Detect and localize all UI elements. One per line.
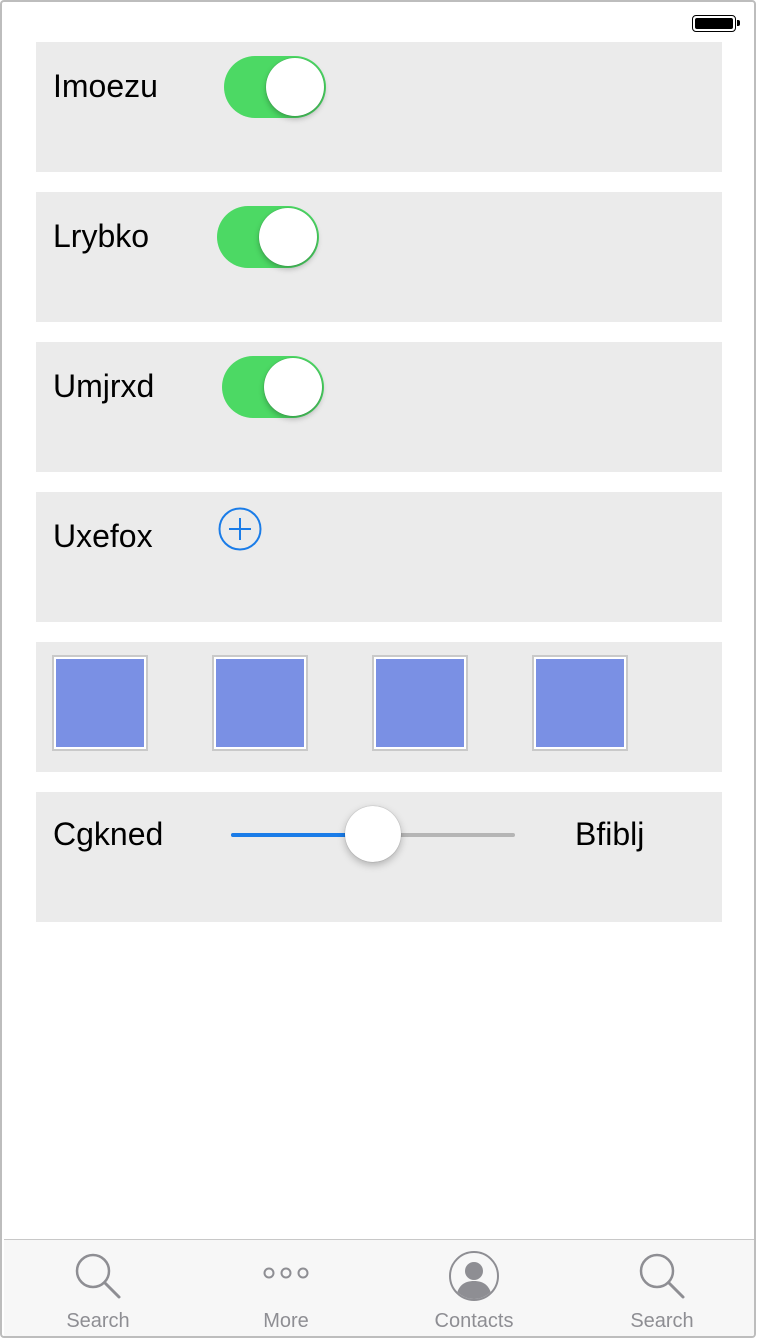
settings-row-toggle-2: Lrybko (36, 192, 722, 322)
tab-contacts[interactable]: Contacts (380, 1240, 568, 1336)
search-icon (72, 1250, 124, 1307)
settings-row-toggle-3: Umjrxd (36, 342, 722, 472)
tab-label: More (263, 1310, 309, 1332)
settings-row-toggle-1: Imoezu (36, 42, 722, 172)
row-label: Imoezu (53, 68, 158, 104)
more-dots-icon (260, 1265, 312, 1286)
tab-bar: Search More Contacts Search (4, 1239, 754, 1336)
tab-label: Search (66, 1310, 130, 1332)
tab-label: Contacts (434, 1310, 514, 1332)
color-tile[interactable] (212, 655, 308, 751)
toggle-switch-1[interactable] (224, 56, 326, 118)
color-tile[interactable] (52, 655, 148, 751)
slider-row: Cgkned Bfiblj (36, 792, 722, 922)
battery-icon (692, 15, 740, 32)
tab-more[interactable]: More (192, 1240, 380, 1336)
tab-label: Search (630, 1310, 694, 1332)
color-tile[interactable] (372, 655, 468, 751)
toggle-switch-2[interactable] (217, 206, 319, 268)
slider-thumb[interactable] (345, 806, 401, 862)
row-label: Uxefox (53, 518, 153, 554)
row-label: Lrybko (53, 218, 150, 254)
tile-row (36, 642, 722, 772)
plus-circle-icon[interactable] (218, 507, 262, 551)
switch-knob (264, 358, 322, 416)
contact-avatar-icon (448, 1250, 500, 1307)
app-screen: Imoezu Lrybko Umjrxd Uxefox Cgkned Bfibl… (0, 0, 756, 1338)
search-icon (636, 1250, 688, 1307)
tab-search-1[interactable]: Search (4, 1240, 192, 1336)
slider-min-label: Cgkned (53, 816, 164, 852)
switch-knob (259, 208, 317, 266)
color-tile[interactable] (532, 655, 628, 751)
tab-search-2[interactable]: Search (568, 1240, 754, 1336)
slider-max-label: Bfiblj (575, 816, 645, 852)
row-label: Umjrxd (53, 368, 155, 404)
toggle-switch-3[interactable] (222, 356, 324, 418)
switch-knob (266, 58, 324, 116)
settings-row-add: Uxefox (36, 492, 722, 622)
